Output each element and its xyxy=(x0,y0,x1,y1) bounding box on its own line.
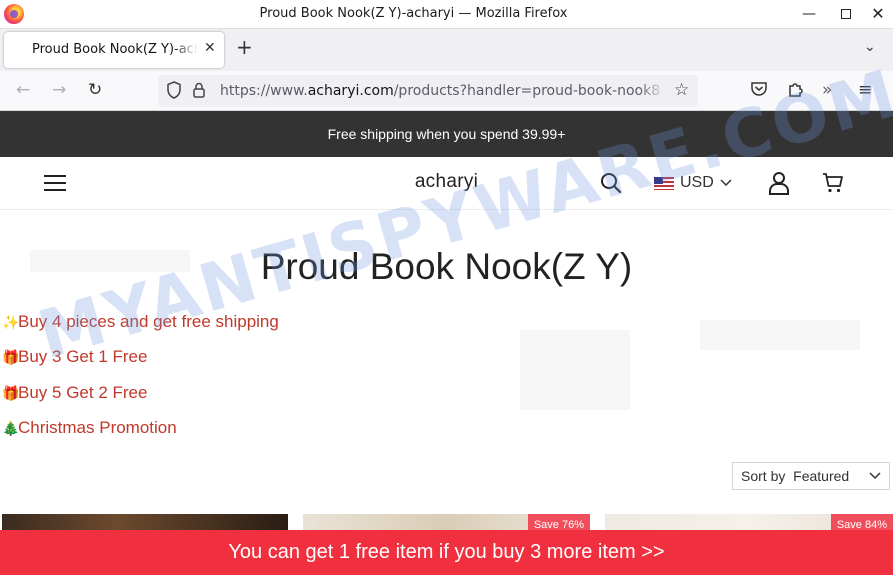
tab-label: Proud Book Nook(Z Y)-acharyi xyxy=(32,42,198,57)
sort-select[interactable]: Sort by Featured xyxy=(732,462,890,490)
url-path: /products?handler=proud-book-nook8 xyxy=(393,83,661,99)
gift-icon: 🎁 xyxy=(2,349,20,365)
pocket-icon[interactable] xyxy=(750,80,768,103)
site-brand[interactable]: acharyi xyxy=(0,171,893,193)
chevron-down-icon xyxy=(869,463,881,489)
background-decoration xyxy=(520,330,630,410)
lock-icon[interactable] xyxy=(192,81,206,103)
search-icon[interactable] xyxy=(600,172,622,194)
promo-text: Buy 4 pieces and get free shipping xyxy=(18,312,279,331)
more-tools-icon[interactable]: » xyxy=(822,80,832,100)
reload-button[interactable]: ↻ xyxy=(88,80,102,100)
promo-text: Buy 5 Get 2 Free xyxy=(18,383,148,402)
page-title: Proud Book Nook(Z Y) xyxy=(260,246,633,287)
promo-text: Christmas Promotion xyxy=(18,418,177,437)
free-item-banner[interactable]: You can get 1 free item if you buy 3 mor… xyxy=(0,530,893,575)
maximize-button[interactable] xyxy=(829,0,863,28)
list-all-tabs-button[interactable]: ⌄ xyxy=(864,39,876,55)
app-menu-icon[interactable]: ≡ xyxy=(858,80,872,100)
navigation-toolbar: ← → ↻ https://www.acharyi.com/products?h… xyxy=(0,71,893,111)
sparkles-icon: ✨ xyxy=(2,314,20,330)
tab-active[interactable]: Proud Book Nook(Z Y)-acharyi ✕ xyxy=(4,32,224,68)
cart-icon[interactable] xyxy=(822,172,844,194)
promo-line: 🎁Buy 3 Get 1 Free xyxy=(2,347,147,367)
promo-line: ✨Buy 4 pieces and get free shipping xyxy=(2,312,279,332)
christmas-tree-icon: 🎄 xyxy=(2,420,20,436)
currency-selector[interactable]: USD xyxy=(654,173,732,193)
close-window-button[interactable]: ✕ xyxy=(861,0,893,28)
account-icon[interactable] xyxy=(768,171,790,195)
forward-button[interactable]: → xyxy=(52,80,66,100)
back-button[interactable]: ← xyxy=(16,80,30,100)
url-prefix: https://www. xyxy=(220,83,308,99)
sort-value: Featured xyxy=(793,468,850,484)
url-domain: acharyi.com xyxy=(307,83,394,99)
window-titlebar: Proud Book Nook(Z Y)-acharyi — Mozilla F… xyxy=(0,0,893,29)
tab-strip: Proud Book Nook(Z Y)-acharyi ✕ + ⌄ xyxy=(0,29,893,71)
sort-label: Sort by xyxy=(741,468,786,484)
close-tab-icon[interactable]: ✕ xyxy=(204,40,216,56)
us-flag-icon xyxy=(654,176,674,190)
promo-line: 🎄Christmas Promotion xyxy=(2,418,177,438)
promo-line: 🎁Buy 5 Get 2 Free xyxy=(2,383,147,403)
promo-text: Buy 3 Get 1 Free xyxy=(18,347,148,366)
announcement-bar: Free shipping when you spend 39.99+ xyxy=(0,111,893,157)
background-decoration xyxy=(700,320,860,350)
currency-label: USD xyxy=(680,174,714,191)
new-tab-button[interactable]: + xyxy=(236,37,253,57)
extensions-icon[interactable] xyxy=(787,80,805,103)
chevron-down-icon xyxy=(720,174,732,192)
window-title: Proud Book Nook(Z Y)-acharyi — Mozilla F… xyxy=(259,6,568,21)
gift-icon: 🎁 xyxy=(2,385,20,401)
site-header: acharyi USD xyxy=(0,157,893,210)
bookmark-star-icon[interactable]: ☆ xyxy=(674,80,689,100)
minimize-button[interactable]: — xyxy=(792,0,826,28)
url-bar[interactable]: https://www.acharyi.com/products?handler… xyxy=(158,75,698,107)
tracking-protection-shield-icon[interactable] xyxy=(166,81,182,103)
url-text[interactable]: https://www.acharyi.com/products?handler… xyxy=(220,83,666,99)
